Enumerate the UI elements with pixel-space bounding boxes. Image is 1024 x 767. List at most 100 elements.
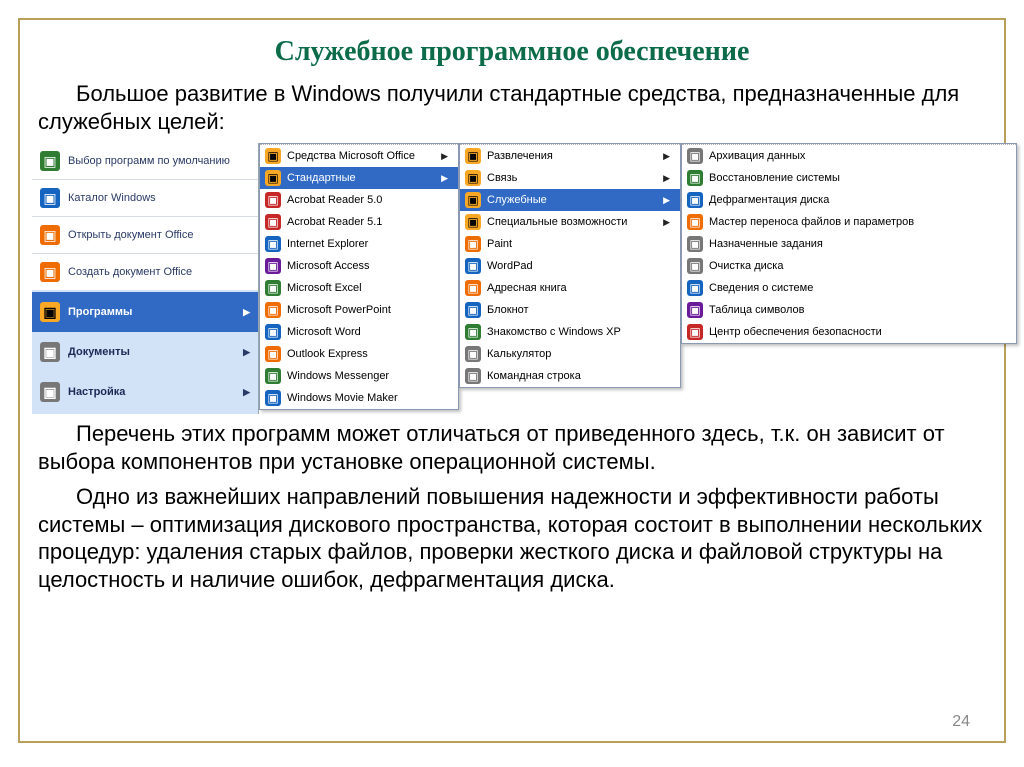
menu-item-label: Адресная книга <box>487 282 567 294</box>
menu-item[interactable]: ▣Таблица символов <box>682 299 1016 321</box>
menu-item[interactable]: ▣Windows Movie Maker <box>260 387 458 409</box>
menu-item-label: Средства Microsoft Office <box>287 150 415 162</box>
standard-submenu: ▣Развлечения▶▣Связь▶▣Служебные▶▣Специаль… <box>459 143 681 388</box>
programs-submenu: ▣Средства Microsoft Office▶▣Стандартные▶… <box>259 143 459 410</box>
menu-item[interactable]: ▣Outlook Express <box>260 343 458 365</box>
menu-item[interactable]: ▣ Acrobat Reader 5.0 <box>260 189 458 211</box>
start-item[interactable]: ▣Программы▶ <box>32 292 258 332</box>
start-item[interactable]: ▣Каталог Windows <box>32 179 258 216</box>
menu-item-label: Центр обеспечения безопасности <box>709 326 882 338</box>
chevron-right-icon: ▶ <box>663 151 670 162</box>
blue-icon: ▣ <box>265 324 281 340</box>
start-column: ▣Выбор программ по умолчанию▣Каталог Win… <box>32 143 259 414</box>
menu-item[interactable]: ▣ Microsoft Access <box>260 255 458 277</box>
blue-icon: ▣ <box>465 258 481 274</box>
tools-submenu: ▣Архивация данных▣Восстановление системы… <box>681 143 1017 344</box>
menu-item-label: Сведения о системе <box>709 282 813 294</box>
menu-item[interactable]: ▣Знакомство с Windows XP <box>460 321 680 343</box>
menu-item-label: Acrobat Reader 5.1 <box>287 216 382 228</box>
menu-item-label: Acrobat Reader 5.0 <box>287 194 382 206</box>
menu-item[interactable]: ▣ Дефрагментация диска <box>682 189 1016 211</box>
menu-item[interactable]: ▣Связь▶ <box>460 167 680 189</box>
menu-item[interactable]: ▣Блокнот <box>460 299 680 321</box>
menu-item[interactable]: ▣Microsoft PowerPoint <box>260 299 458 321</box>
menu-item[interactable]: ▣Microsoft Excel <box>260 277 458 299</box>
menu-item-label: Архивация данных <box>709 150 805 162</box>
menu-item[interactable]: ▣ Назначенные задания <box>682 233 1016 255</box>
chevron-right-icon: ▶ <box>243 387 250 398</box>
menu-item[interactable]: ▣WordPad <box>460 255 680 277</box>
menu-item[interactable]: ▣Восстановление системы <box>682 167 1016 189</box>
menu-item-label: Блокнот <box>487 304 529 316</box>
chevron-right-icon: ▶ <box>243 347 250 358</box>
start-item-label: Создать документ Office <box>68 266 192 278</box>
gray-icon: ▣ <box>687 236 703 252</box>
start-menu-screenshot: ▣Выбор программ по умолчанию▣Каталог Win… <box>32 143 1017 414</box>
start-item-label: Настройка <box>68 386 125 398</box>
menu-item-label: Microsoft Access <box>287 260 370 272</box>
menu-item[interactable]: ▣Средства Microsoft Office▶ <box>260 145 458 167</box>
menu-item-label: Восстановление системы <box>709 172 840 184</box>
menu-item[interactable]: ▣Стандартные▶ <box>260 167 458 189</box>
menu-item-label: Outlook Express <box>287 348 368 360</box>
orange-icon: ▣ <box>40 225 60 245</box>
menu-item-label: Microsoft PowerPoint <box>287 304 391 316</box>
red-icon: ▣ <box>265 214 281 230</box>
green-icon: ▣ <box>465 324 481 340</box>
red-icon: ▣ <box>265 192 281 208</box>
menu-item[interactable]: ▣Windows Messenger <box>260 365 458 387</box>
yellow-icon: ▣ <box>465 170 481 186</box>
page-number: 24 <box>952 713 970 731</box>
menu-item[interactable]: ▣Специальные возможности▶ <box>460 211 680 233</box>
menu-item[interactable]: ▣Командная строка <box>460 365 680 387</box>
start-item[interactable]: ▣ Открыть документ Office <box>32 216 258 253</box>
menu-item[interactable]: ▣Архивация данных <box>682 145 1016 167</box>
menu-item[interactable]: ▣Центр обеспечения безопасности <box>682 321 1016 343</box>
menu-item-label: Internet Explorer <box>287 238 368 250</box>
yellow-icon: ▣ <box>465 148 481 164</box>
start-item[interactable]: ▣Выбор программ по умолчанию <box>32 143 258 179</box>
blue-icon: ▣ <box>687 192 703 208</box>
green-icon: ▣ <box>265 368 281 384</box>
menu-item-label: Служебные <box>487 194 547 206</box>
menu-item-label: Назначенные задания <box>709 238 823 250</box>
orange-icon: ▣ <box>687 214 703 230</box>
blue-icon: ▣ <box>40 188 60 208</box>
menu-item[interactable]: ▣ Internet Explorer <box>260 233 458 255</box>
para2: Перечень этих программ может отличаться … <box>38 420 986 475</box>
yellow-icon: ▣ <box>465 214 481 230</box>
menu-item[interactable]: ▣Мастер переноса файлов и параметров <box>682 211 1016 233</box>
yellow-icon: ▣ <box>265 148 281 164</box>
menu-item[interactable]: ▣Адресная книга <box>460 277 680 299</box>
start-item[interactable]: ▣ Настройка ▶ <box>32 372 258 412</box>
menu-item-label: Дефрагментация диска <box>709 194 829 206</box>
menu-item[interactable]: ▣ Acrobat Reader 5.1 <box>260 211 458 233</box>
menu-item[interactable]: ▣Калькулятор <box>460 343 680 365</box>
gray-icon: ▣ <box>40 382 60 402</box>
purple-icon: ▣ <box>265 258 281 274</box>
blue-icon: ▣ <box>265 236 281 252</box>
start-item[interactable]: ▣Документы▶ <box>32 332 258 372</box>
yellow-icon: ▣ <box>465 192 481 208</box>
menu-item[interactable]: ▣Очистка диска <box>682 255 1016 277</box>
page-title: Служебное программное обеспечение <box>38 36 986 68</box>
menu-item[interactable]: ▣Развлечения▶ <box>460 145 680 167</box>
menu-item[interactable]: ▣ Paint <box>460 233 680 255</box>
gray-icon: ▣ <box>40 342 60 362</box>
chevron-right-icon: ▶ <box>243 307 250 318</box>
start-item-label: Программы <box>68 306 132 318</box>
menu-item-label: Microsoft Word <box>287 326 361 338</box>
green-icon: ▣ <box>40 151 60 171</box>
menu-item-label: Paint <box>487 238 512 250</box>
gray-icon: ▣ <box>465 346 481 362</box>
start-item-label: Открыть документ Office <box>68 229 194 241</box>
start-item[interactable]: ▣Создать документ Office <box>32 253 258 290</box>
gray-icon: ▣ <box>465 368 481 384</box>
menu-item[interactable]: ▣Сведения о системе <box>682 277 1016 299</box>
menu-item[interactable]: ▣ Microsoft Word <box>260 321 458 343</box>
menu-item[interactable]: ▣Служебные▶ <box>460 189 680 211</box>
green-icon: ▣ <box>265 280 281 296</box>
menu-item-label: Специальные возможности <box>487 216 627 228</box>
orange-icon: ▣ <box>465 236 481 252</box>
para3: Одно из важнейших направлений повышения … <box>38 483 986 593</box>
